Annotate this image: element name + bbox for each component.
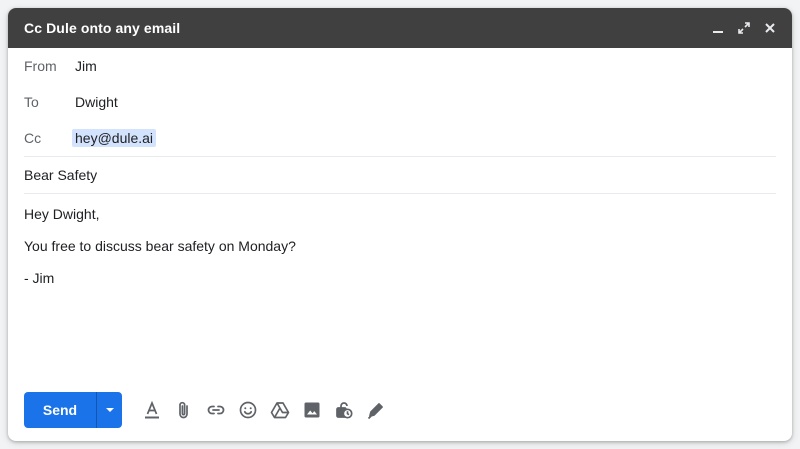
expand-icon[interactable]: [736, 20, 752, 36]
compose-titlebar[interactable]: Cc Dule onto any email: [8, 8, 792, 48]
message-body[interactable]: Hey Dwight, You free to discuss bear saf…: [8, 194, 792, 286]
body-line: You free to discuss bear safety on Monda…: [24, 238, 296, 254]
from-label: From: [24, 58, 57, 74]
body-line: Hey Dwight,: [24, 206, 100, 222]
compose-title: Cc Dule onto any email: [24, 20, 181, 36]
cc-recipient-chip[interactable]: hey@dule.ai: [72, 129, 157, 147]
minimize-icon[interactable]: [710, 20, 726, 36]
body-line: - Jim: [24, 270, 55, 286]
confidential-icon[interactable]: [328, 394, 360, 426]
drive-icon[interactable]: [264, 394, 296, 426]
signature-icon[interactable]: [360, 394, 392, 426]
cc-row[interactable]: Cc hey@dule.ai: [24, 120, 776, 157]
compose-window: Cc Dule onto any email From Jim To Dwigh…: [8, 8, 792, 441]
to-recipient[interactable]: Dwight: [75, 94, 118, 110]
send-options-button[interactable]: [96, 392, 122, 428]
window-controls: [710, 20, 778, 36]
send-button[interactable]: Send: [24, 392, 96, 428]
link-icon[interactable]: [200, 394, 232, 426]
from-value: Jim: [75, 58, 97, 74]
caret-down-icon: [105, 408, 114, 412]
attach-icon[interactable]: [168, 394, 200, 426]
from-row[interactable]: From Jim: [24, 48, 776, 84]
to-label: To: [24, 94, 39, 110]
cc-label: Cc: [24, 130, 42, 146]
emoji-icon[interactable]: [232, 394, 264, 426]
formatting-icon[interactable]: [136, 394, 168, 426]
subject-field[interactable]: Bear Safety: [24, 157, 776, 194]
compose-toolbar: Send: [24, 392, 392, 428]
close-icon[interactable]: [762, 20, 778, 36]
send-button-group: Send: [24, 392, 122, 428]
to-row[interactable]: To Dwight: [24, 84, 776, 120]
photo-icon[interactable]: [296, 394, 328, 426]
